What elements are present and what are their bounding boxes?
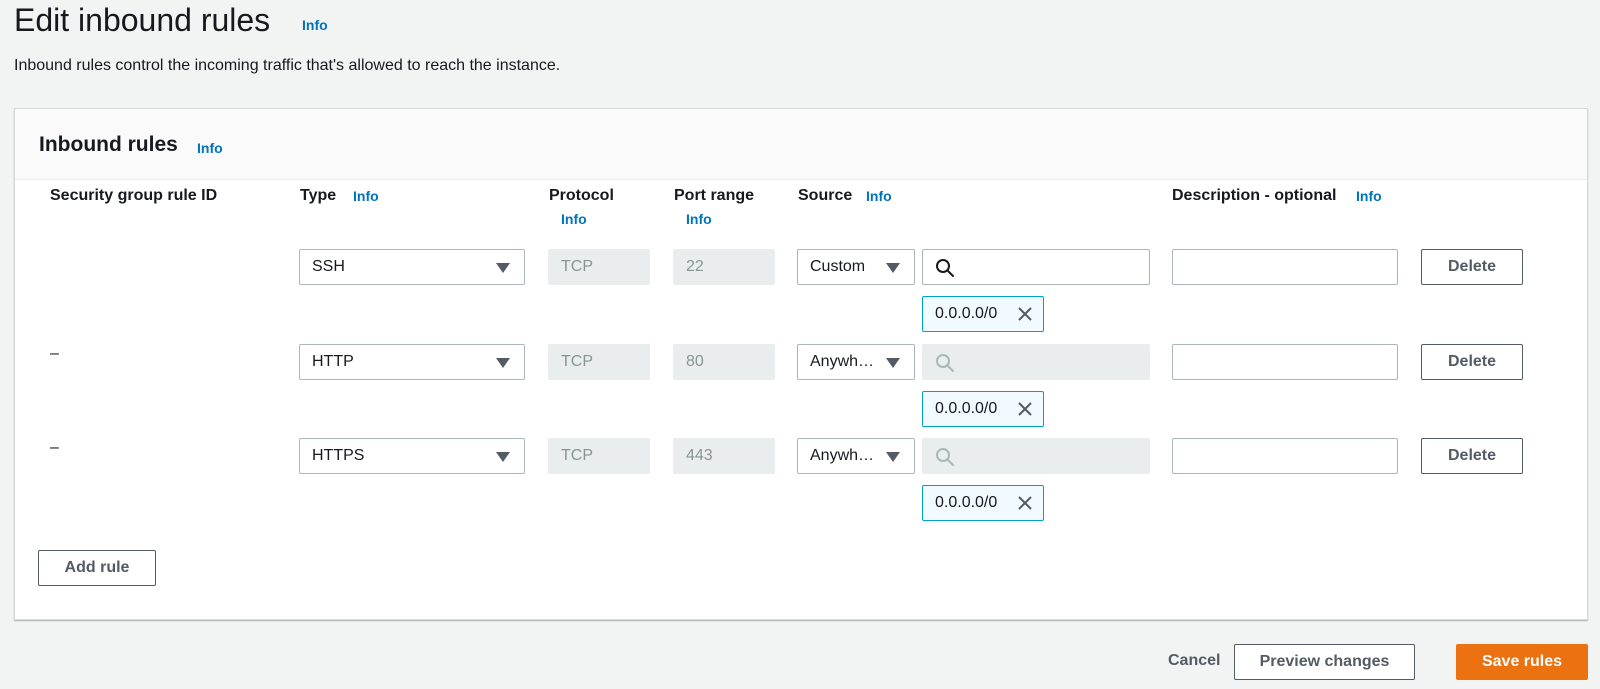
save-rules-button[interactable]: Save rules — [1456, 644, 1588, 680]
protocol-info-link[interactable]: Info — [561, 211, 587, 227]
cidr-token: 0.0.0.0/0 — [922, 391, 1044, 427]
cancel-button[interactable]: Cancel — [1168, 652, 1220, 670]
column-header-description: Description - optional — [1172, 187, 1337, 204]
caret-down-icon — [496, 358, 510, 368]
port-range-field: 22 — [673, 249, 775, 285]
source-type-select[interactable]: Anywh… — [797, 438, 915, 474]
description-input[interactable] — [1172, 249, 1398, 285]
search-icon — [936, 354, 954, 372]
rule-id: – — [50, 345, 59, 362]
type-select[interactable]: SSH — [299, 249, 525, 285]
type-select-value: SSH — [312, 258, 345, 275]
cidr-token-label: 0.0.0.0/0 — [935, 400, 998, 417]
type-info-link[interactable]: Info — [353, 188, 379, 204]
panel-header: Inbound rules Info — [15, 109, 1587, 180]
page-description: Inbound rules control the incoming traff… — [14, 57, 561, 74]
protocol-field: TCP — [548, 438, 650, 474]
column-header-type: Type — [300, 187, 337, 204]
search-icon — [936, 259, 954, 277]
cidr-token: 0.0.0.0/0 — [922, 485, 1044, 521]
port-range-field: 443 — [673, 438, 775, 474]
column-header-protocol: Protocol — [549, 187, 614, 204]
rule-id: – — [50, 439, 59, 456]
type-select-value: HTTP — [312, 353, 354, 370]
type-select[interactable]: HTTPS — [299, 438, 525, 474]
caret-down-icon — [886, 452, 900, 462]
column-header-port-range: Port range — [674, 187, 755, 204]
column-header-source: Source — [798, 187, 853, 204]
panel-title: Inbound rules — [39, 133, 178, 156]
page-title-info-link[interactable]: Info — [302, 17, 328, 33]
close-icon[interactable] — [1017, 306, 1033, 322]
type-select-value: HTTPS — [312, 447, 365, 464]
page-title: Edit inbound rules — [14, 2, 271, 38]
source-search-input[interactable] — [922, 249, 1150, 285]
preview-changes-button[interactable]: Preview changes — [1234, 644, 1415, 680]
source-info-link[interactable]: Info — [866, 188, 892, 204]
delete-button[interactable]: Delete — [1421, 249, 1523, 285]
search-icon — [936, 448, 954, 466]
caret-down-icon — [496, 452, 510, 462]
caret-down-icon — [886, 263, 900, 273]
description-input[interactable] — [1172, 344, 1398, 380]
protocol-field: TCP — [548, 344, 650, 380]
description-info-link[interactable]: Info — [1356, 188, 1382, 204]
cidr-token-label: 0.0.0.0/0 — [935, 494, 998, 511]
cidr-token: 0.0.0.0/0 — [922, 296, 1044, 332]
source-type-select[interactable]: Anywh… — [797, 344, 915, 380]
close-icon[interactable] — [1017, 495, 1033, 511]
column-header-rule-id: Security group rule ID — [50, 187, 218, 204]
source-search-input — [922, 438, 1150, 474]
inbound-rules-panel: Inbound rules Info Security group rule I… — [14, 108, 1588, 620]
caret-down-icon — [886, 358, 900, 368]
protocol-field: TCP — [548, 249, 650, 285]
port-range-field: 80 — [673, 344, 775, 380]
cidr-token-label: 0.0.0.0/0 — [935, 305, 998, 322]
description-input[interactable] — [1172, 438, 1398, 474]
caret-down-icon — [496, 263, 510, 273]
close-icon[interactable] — [1017, 401, 1033, 417]
source-type-select[interactable]: Custom — [797, 249, 915, 285]
type-select[interactable]: HTTP — [299, 344, 525, 380]
delete-button[interactable]: Delete — [1421, 344, 1523, 380]
add-rule-button[interactable]: Add rule — [38, 550, 156, 586]
panel-title-info-link[interactable]: Info — [197, 140, 223, 156]
delete-button[interactable]: Delete — [1421, 438, 1523, 474]
port-range-info-link[interactable]: Info — [686, 211, 712, 227]
source-search-input — [922, 344, 1150, 380]
